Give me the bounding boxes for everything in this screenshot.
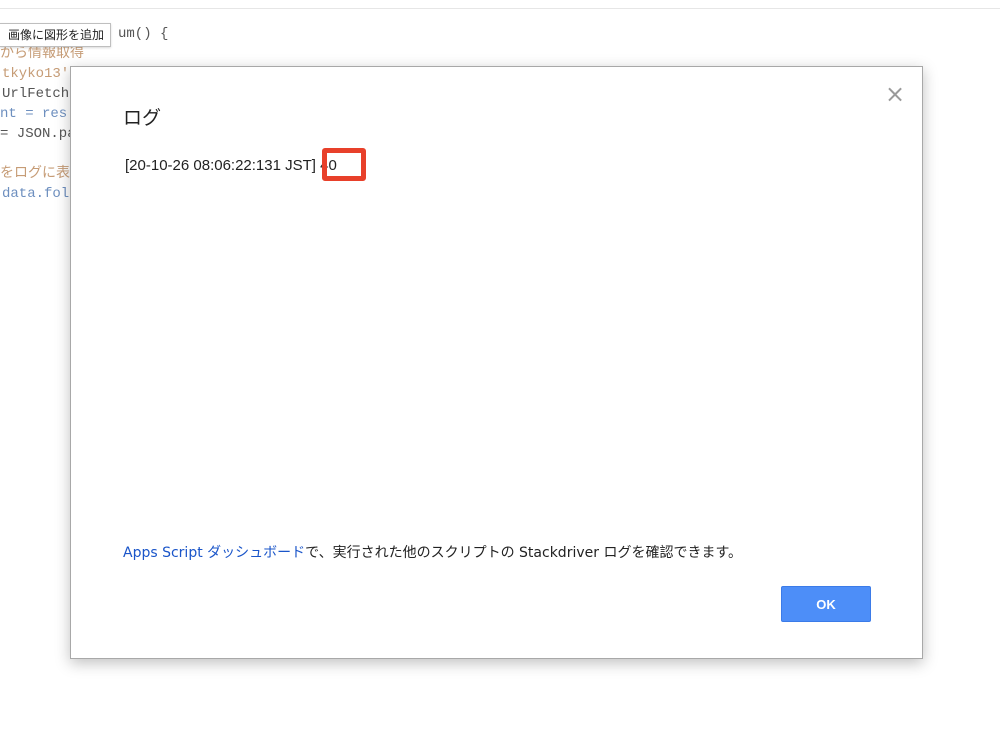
- code-line: UrlFetch: [2, 86, 70, 102]
- log-dialog: ログ × [20-10-26 08:06:22:131 JST] 40 Apps…: [70, 66, 923, 659]
- dialog-title: ログ: [123, 107, 162, 129]
- code-line: um() {: [118, 26, 169, 42]
- ok-button[interactable]: OK: [781, 586, 871, 622]
- code-line: nt = res.: [0, 106, 76, 122]
- close-icon[interactable]: ×: [884, 82, 906, 106]
- page: um() { から情報取得 tkyko13' UrlFetch nt = res…: [0, 0, 1000, 736]
- apps-script-dashboard-link[interactable]: Apps Script ダッシュボード: [123, 545, 305, 561]
- footer-note-text: で、実行された他のスクリプトの Stackdriver ログを確認できます。: [305, 545, 743, 561]
- log-entry: [20-10-26 08:06:22:131 JST] 40: [125, 157, 337, 174]
- code-line: から情報取得: [0, 46, 84, 62]
- code-line: = JSON.pa: [0, 126, 76, 142]
- highlight-annotation: [322, 148, 366, 181]
- tooltip: 画像に図形を追加: [0, 23, 112, 47]
- footer-note: Apps Script ダッシュボードで、実行された他のスクリプトの Stack…: [123, 543, 742, 563]
- code-line: data.fol: [2, 186, 70, 202]
- editor-top-bar: [0, 0, 1000, 9]
- code-line: tkyko13': [2, 66, 70, 82]
